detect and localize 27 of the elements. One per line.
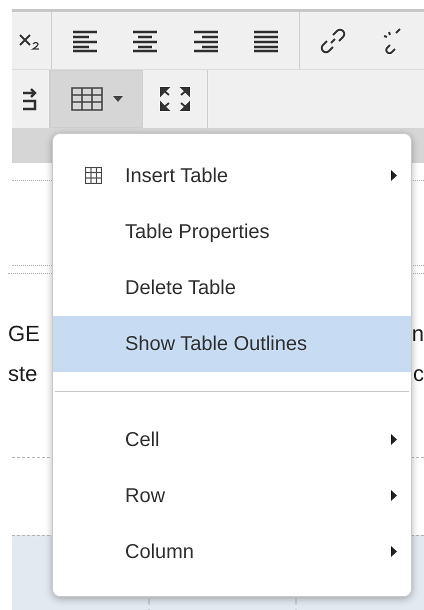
- submenu-arrow-icon: [391, 170, 397, 181]
- table-icon: [70, 87, 102, 111]
- submenu-arrow-icon: [391, 490, 397, 501]
- caret-icon: [112, 96, 122, 102]
- menu-item[interactable]: Show Table Outlines: [53, 316, 411, 372]
- subscript-icon: [18, 32, 41, 50]
- body-text: GE: [8, 320, 40, 348]
- menu-item[interactable]: Delete Table: [53, 260, 411, 316]
- menu-item[interactable]: Insert Table: [53, 148, 411, 204]
- body-text: c: [413, 360, 424, 388]
- menu-item[interactable]: Cell: [53, 412, 411, 468]
- body-text: ste: [8, 360, 38, 388]
- align-center-icon: [131, 28, 160, 52]
- submenu-arrow-icon: [391, 434, 397, 445]
- link-icon: [320, 28, 346, 54]
- table-button[interactable]: [50, 70, 143, 128]
- justify-icon: [252, 28, 280, 52]
- align-left-icon: [70, 28, 99, 52]
- fullscreen-icon: [159, 86, 191, 112]
- menu-item[interactable]: Row: [53, 468, 411, 524]
- align-right-icon: [192, 28, 220, 52]
- menu-item[interactable]: Column: [53, 524, 411, 580]
- indent-icon: [22, 87, 38, 111]
- submenu-arrow-icon: [391, 546, 397, 557]
- menu-item[interactable]: Table Properties: [53, 204, 411, 260]
- table-icon: [85, 167, 102, 184]
- body-text: n: [412, 320, 424, 348]
